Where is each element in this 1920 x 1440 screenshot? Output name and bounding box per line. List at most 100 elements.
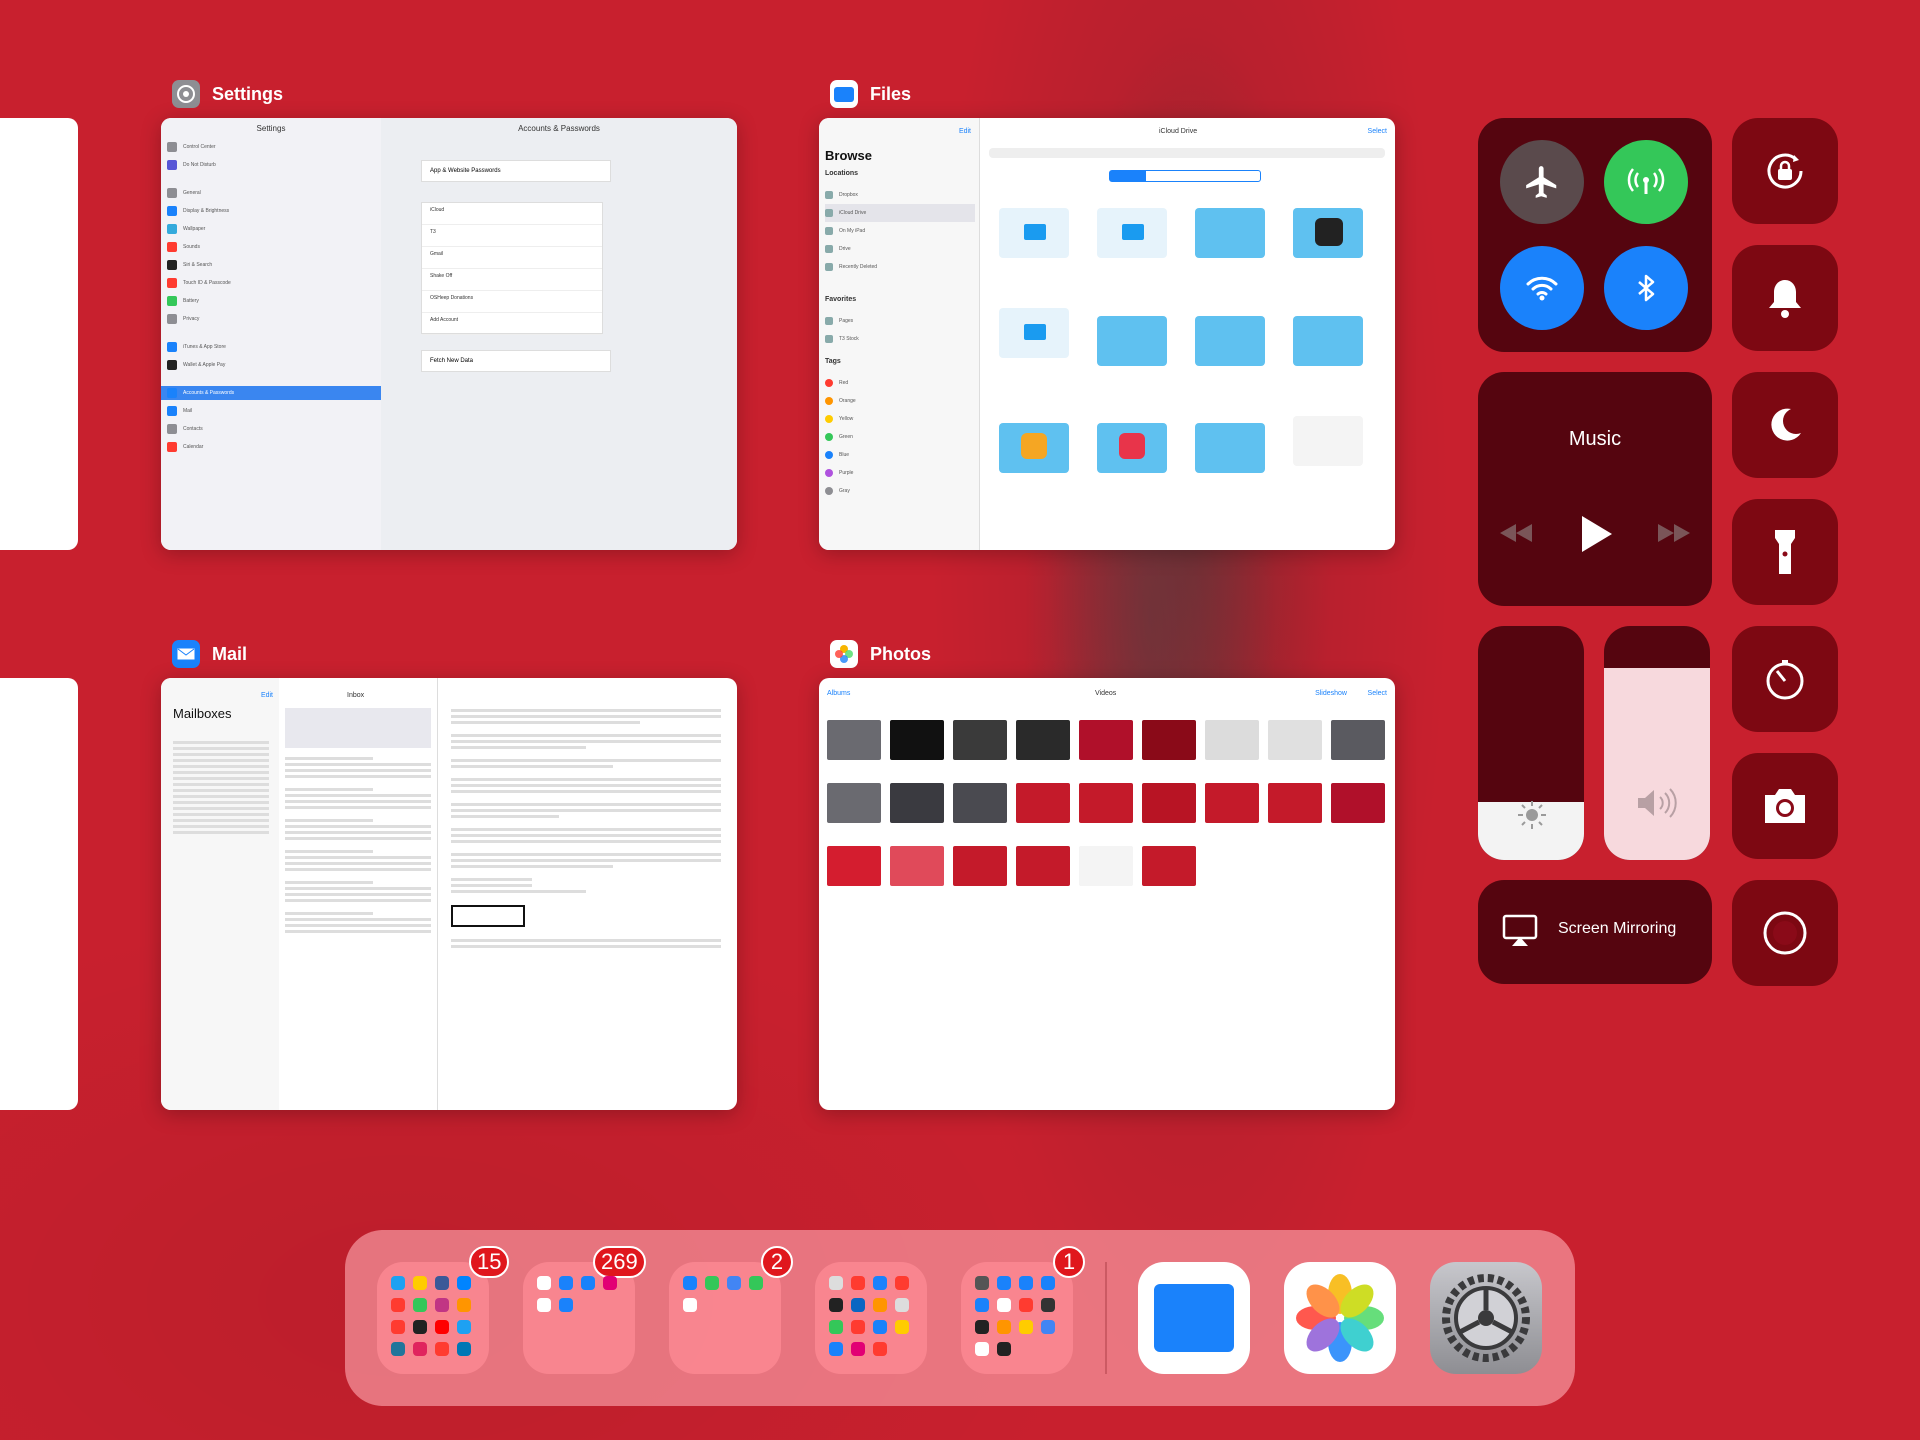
albums-back[interactable]: Albums — [827, 690, 850, 697]
video-thumbnail[interactable] — [827, 846, 881, 886]
video-thumbnail[interactable] — [890, 720, 944, 760]
folder-item[interactable] — [1293, 208, 1363, 258]
settings-item[interactable]: Touch ID & Passcode — [167, 276, 381, 290]
video-thumbnail[interactable] — [953, 783, 1007, 823]
files-edit[interactable]: Edit — [959, 128, 971, 135]
files-tags-item[interactable]: Yellow — [825, 410, 975, 428]
flashlight-button[interactable] — [1732, 499, 1838, 605]
video-thumbnail[interactable] — [890, 783, 944, 823]
video-thumbnail[interactable] — [1331, 720, 1385, 760]
mail-app-card[interactable]: Edit Mailboxes Inbox — [161, 678, 737, 1110]
video-thumbnail[interactable] — [1205, 720, 1259, 760]
previous-app-card-top[interactable] — [0, 118, 78, 550]
video-thumbnail[interactable] — [1142, 846, 1196, 886]
photos-app-card[interactable]: Albums Videos Slideshow Select — [819, 678, 1395, 1110]
cellular-data-button[interactable] — [1604, 140, 1688, 224]
files-tags-item[interactable]: Gray — [825, 482, 975, 500]
video-thumbnail[interactable] — [827, 720, 881, 760]
video-thumbnail[interactable] — [1079, 783, 1133, 823]
video-thumbnail[interactable] — [1142, 720, 1196, 760]
account-row[interactable]: Add Account — [422, 313, 602, 335]
dock-folder-1[interactable]: 15 — [377, 1246, 510, 1374]
fetch-row[interactable]: Fetch New Data — [421, 350, 611, 372]
folder-item[interactable] — [1293, 316, 1363, 366]
settings-item[interactable]: Calendar — [167, 440, 381, 454]
settings-item[interactable]: Battery — [167, 294, 381, 308]
account-row[interactable]: Shake Off — [422, 269, 602, 291]
video-thumbnail[interactable] — [1016, 783, 1070, 823]
rotation-lock-button[interactable] — [1732, 118, 1838, 224]
account-row[interactable]: iCloud — [422, 203, 602, 225]
folder-item[interactable] — [1195, 316, 1265, 366]
video-thumbnail[interactable] — [1016, 846, 1070, 886]
settings-item[interactable]: Wallpaper — [167, 222, 381, 236]
files-select[interactable]: Select — [1368, 128, 1387, 135]
slideshow-button[interactable]: Slideshow — [1315, 690, 1347, 697]
silent-mode-button[interactable] — [1732, 245, 1838, 351]
settings-item[interactable]: General — [167, 186, 381, 200]
timer-button[interactable] — [1732, 626, 1838, 732]
settings-item[interactable]: iTunes & App Store — [167, 340, 381, 354]
video-thumbnail[interactable] — [1205, 783, 1259, 823]
settings-item[interactable]: Control Center — [167, 140, 381, 154]
mailboxes-edit[interactable]: Edit — [261, 692, 273, 699]
folder-item[interactable] — [1097, 316, 1167, 366]
file-item[interactable] — [1293, 416, 1363, 466]
folder-item[interactable] — [999, 308, 1069, 358]
video-thumbnail[interactable] — [1079, 720, 1133, 760]
volume-slider[interactable] — [1604, 626, 1710, 860]
files-sort-control[interactable] — [1109, 170, 1261, 182]
files-app-card[interactable]: Edit Browse Locations Dropbox iCloud Driv… — [819, 118, 1395, 550]
files-loc-item[interactable]: iCloud Drive — [825, 204, 975, 222]
settings-item[interactable]: Wallet & Apple Pay — [167, 358, 381, 372]
folder-item[interactable] — [999, 208, 1069, 258]
brightness-slider[interactable] — [1478, 626, 1584, 860]
folder-item[interactable] — [1097, 208, 1167, 258]
wifi-button[interactable] — [1500, 246, 1584, 330]
folder-item[interactable] — [1195, 208, 1265, 258]
passwords-row[interactable]: App & Website Passwords — [421, 160, 611, 182]
folder-item[interactable] — [1097, 423, 1167, 473]
video-thumbnail[interactable] — [1331, 783, 1385, 823]
video-thumbnail[interactable] — [1268, 783, 1322, 823]
files-fav-item[interactable]: T3 Stock — [825, 330, 975, 348]
files-app[interactable] — [1138, 1262, 1250, 1374]
files-loc-item[interactable]: Recently Deleted — [825, 258, 975, 276]
files-loc-item[interactable]: Drive — [825, 240, 975, 258]
files-tags-item[interactable]: Blue — [825, 446, 975, 464]
files-tags-item[interactable]: Green — [825, 428, 975, 446]
files-fav-item[interactable]: Pages — [825, 312, 975, 330]
account-row[interactable]: T3 — [422, 225, 602, 247]
video-thumbnail[interactable] — [1079, 846, 1133, 886]
play-button[interactable] — [1576, 514, 1616, 559]
settings-item[interactable]: Do Not Disturb — [167, 158, 381, 172]
video-thumbnail[interactable] — [953, 846, 1007, 886]
settings-item[interactable]: Contacts — [167, 422, 381, 436]
files-loc-item[interactable]: On My iPad — [825, 222, 975, 240]
settings-item[interactable]: Display & Brightness — [167, 204, 381, 218]
photos-app[interactable] — [1284, 1262, 1396, 1374]
settings-item[interactable]: Privacy — [167, 312, 381, 326]
video-thumbnail[interactable] — [1016, 720, 1070, 760]
settings-app-card[interactable]: Settings Control Center Do Not Disturb Gen… — [161, 118, 737, 550]
video-thumbnail[interactable] — [827, 783, 881, 823]
previous-app-card-bottom[interactable] — [0, 678, 78, 1110]
forward-button[interactable] — [1656, 522, 1692, 549]
bluetooth-button[interactable] — [1604, 246, 1688, 330]
dock-folder-3[interactable]: 2 — [669, 1246, 793, 1374]
video-thumbnail[interactable] — [953, 720, 1007, 760]
screen-mirroring-button[interactable]: Screen Mirroring — [1478, 880, 1712, 984]
folder-item[interactable] — [1195, 423, 1265, 473]
do-not-disturb-button[interactable] — [1732, 372, 1838, 478]
settings-item[interactable]: Siri & Search — [167, 258, 381, 272]
account-row[interactable]: OSHeep Donations — [422, 291, 602, 313]
folder-item[interactable] — [999, 423, 1069, 473]
video-thumbnail[interactable] — [1268, 720, 1322, 760]
settings-app[interactable] — [1430, 1262, 1542, 1374]
account-row[interactable]: Gmail — [422, 247, 602, 269]
settings-item[interactable]: Mail — [167, 404, 381, 418]
files-search-field[interactable] — [989, 148, 1385, 158]
airplane-mode-button[interactable] — [1500, 140, 1584, 224]
settings-item[interactable]: Sounds — [167, 240, 381, 254]
files-loc-item[interactable]: Dropbox — [825, 186, 975, 204]
